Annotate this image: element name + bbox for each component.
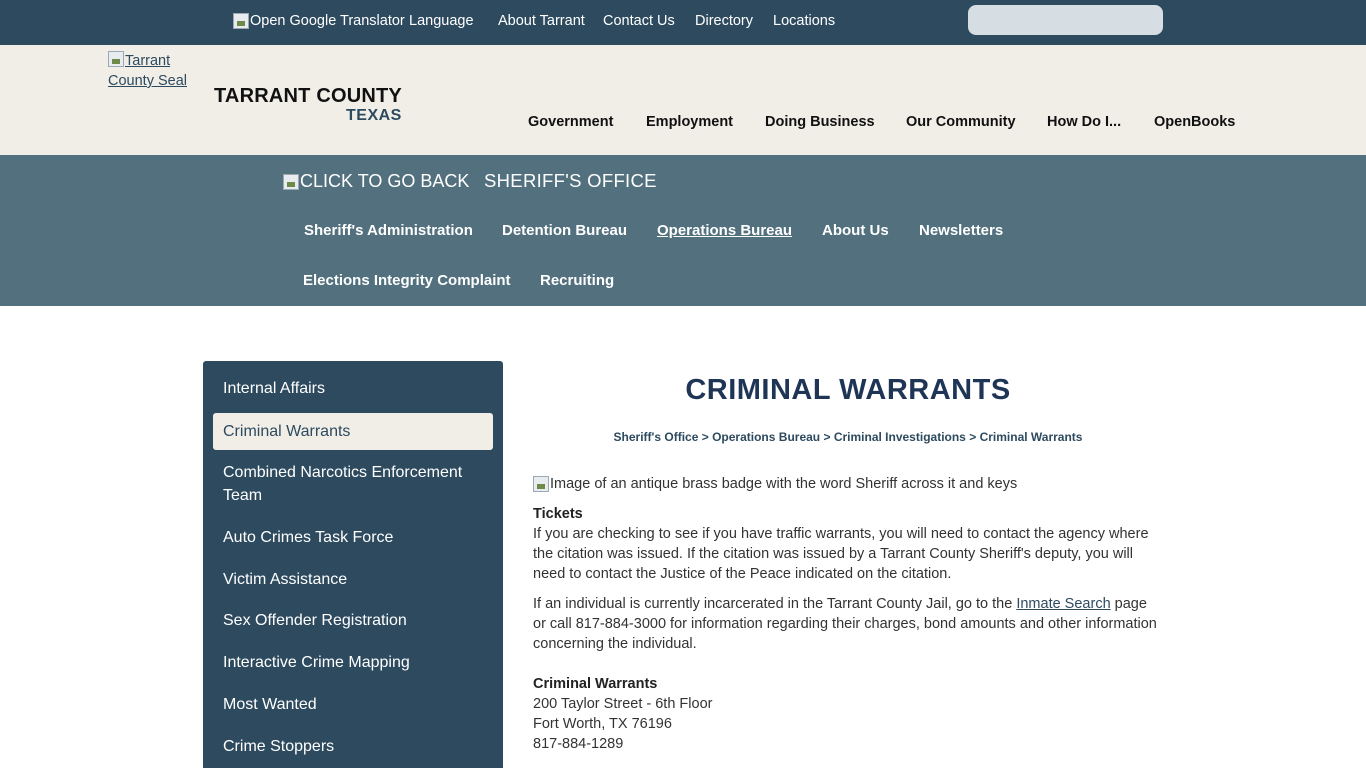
badge-image-icon xyxy=(533,476,549,492)
sidebar-item-internal-affairs[interactable]: Internal Affairs xyxy=(213,377,493,400)
department-bar: CLICK TO GO BACK SHERIFF'S OFFICE Sherif… xyxy=(0,155,1366,306)
sidebar-item-sex-offender-registration[interactable]: Sex Offender Registration xyxy=(213,609,493,632)
directory-link[interactable]: Directory xyxy=(695,13,753,29)
sidebar-item-victim-assistance[interactable]: Victim Assistance xyxy=(213,568,493,591)
department-title[interactable]: SHERIFF'S OFFICE xyxy=(484,170,657,192)
sidebar-item-criminal-warrants[interactable]: Criminal Warrants xyxy=(213,413,493,450)
county-seal-logo[interactable]: Tarrant County Seal xyxy=(108,51,198,91)
utility-bar: Open Google Translator Language About Ta… xyxy=(0,0,1366,45)
breadcrumb-current: Criminal Warrants xyxy=(979,430,1083,444)
dept-nav-detention-bureau[interactable]: Detention Bureau xyxy=(502,222,627,239)
back-button[interactable]: CLICK TO GO BACK xyxy=(283,171,469,192)
dept-nav-elections-integrity-complaint[interactable]: Elections Integrity Complaint xyxy=(303,272,511,289)
dept-nav-operations-bureau[interactable]: Operations Bureau xyxy=(657,222,792,239)
phone-number: 817-884-1289 xyxy=(533,736,624,752)
sidebar-item-auto-crimes[interactable]: Auto Crimes Task Force xyxy=(213,526,493,549)
site-header: Tarrant County Seal TARRANT COUNTY TEXAS… xyxy=(0,45,1366,155)
nav-how-do-i[interactable]: How Do I... xyxy=(1047,114,1121,130)
inmate-search-link[interactable]: Inmate Search xyxy=(1016,596,1110,612)
breadcrumb-sheriffs-office[interactable]: Sheriff's Office xyxy=(614,430,699,444)
tickets-text: If you are checking to see if you have t… xyxy=(533,526,1149,582)
translate-icon xyxy=(233,13,249,29)
criminal-warrants-contact: Criminal Warrants 200 Taylor Street - 6t… xyxy=(533,674,1163,754)
dept-nav-recruiting[interactable]: Recruiting xyxy=(540,272,614,289)
page-title: CRIMINAL WARRANTS xyxy=(685,374,1011,406)
warrants-heading: Criminal Warrants xyxy=(533,676,658,692)
locations-link[interactable]: Locations xyxy=(773,13,835,29)
seal-image-icon xyxy=(108,51,124,67)
badge-image-alt: Image of an antique brass badge with the… xyxy=(550,476,1018,492)
search-input[interactable] xyxy=(968,5,1163,35)
nav-openbooks[interactable]: OpenBooks xyxy=(1154,114,1235,130)
tickets-heading: Tickets xyxy=(533,506,583,522)
back-image-icon xyxy=(283,173,299,190)
dept-nav-sheriffs-administration[interactable]: Sheriff's Administration xyxy=(304,222,473,239)
dept-nav-about-us[interactable]: About Us xyxy=(822,222,889,239)
incarcerated-paragraph: If an individual is currently incarcerat… xyxy=(533,594,1163,654)
tickets-section: Tickets If you are checking to see if yo… xyxy=(533,504,1163,584)
sheriff-badge-image: Image of an antique brass badge with the… xyxy=(533,476,1017,492)
breadcrumb: Sheriff's Office > Operations Bureau > C… xyxy=(533,430,1163,444)
nav-employment[interactable]: Employment xyxy=(646,114,733,130)
breadcrumb-separator: > xyxy=(969,430,977,444)
section-sidebar: Internal Affairs Criminal Warrants Combi… xyxy=(203,361,503,768)
address-line-2: Fort Worth, TX 76196 xyxy=(533,716,672,732)
contact-us-link[interactable]: Contact Us xyxy=(603,13,675,29)
breadcrumb-operations-bureau[interactable]: Operations Bureau xyxy=(712,430,820,444)
incarcerated-text-before: If an individual is currently incarcerat… xyxy=(533,596,1013,612)
sidebar-item-combined-narcotics[interactable]: Combined Narcotics Enforcement Team xyxy=(213,461,493,507)
dept-nav-newsletters[interactable]: Newsletters xyxy=(919,222,1003,239)
translator-alt-text: Open Google Translator xyxy=(250,13,405,29)
county-state[interactable]: TEXAS xyxy=(346,107,402,125)
back-alt-text: CLICK TO GO BACK xyxy=(300,171,470,191)
nav-government[interactable]: Government xyxy=(528,114,613,130)
nav-our-community[interactable]: Our Community xyxy=(906,114,1016,130)
breadcrumb-separator: > xyxy=(823,430,831,444)
sidebar-item-crime-stoppers[interactable]: Crime Stoppers xyxy=(213,735,493,758)
about-tarrant-link[interactable]: About Tarrant xyxy=(498,13,585,29)
sidebar-item-most-wanted[interactable]: Most Wanted xyxy=(213,693,493,716)
language-link[interactable]: Language xyxy=(409,13,474,29)
breadcrumb-criminal-investigations[interactable]: Criminal Investigations xyxy=(834,430,966,444)
google-translator-button[interactable]: Open Google Translator xyxy=(233,13,405,29)
county-name[interactable]: TARRANT COUNTY xyxy=(214,85,402,108)
breadcrumb-separator: > xyxy=(701,430,709,444)
sidebar-item-crime-mapping[interactable]: Interactive Crime Mapping xyxy=(213,651,493,674)
address-line-1: 200 Taylor Street - 6th Floor xyxy=(533,696,713,712)
nav-doing-business[interactable]: Doing Business xyxy=(765,114,875,130)
